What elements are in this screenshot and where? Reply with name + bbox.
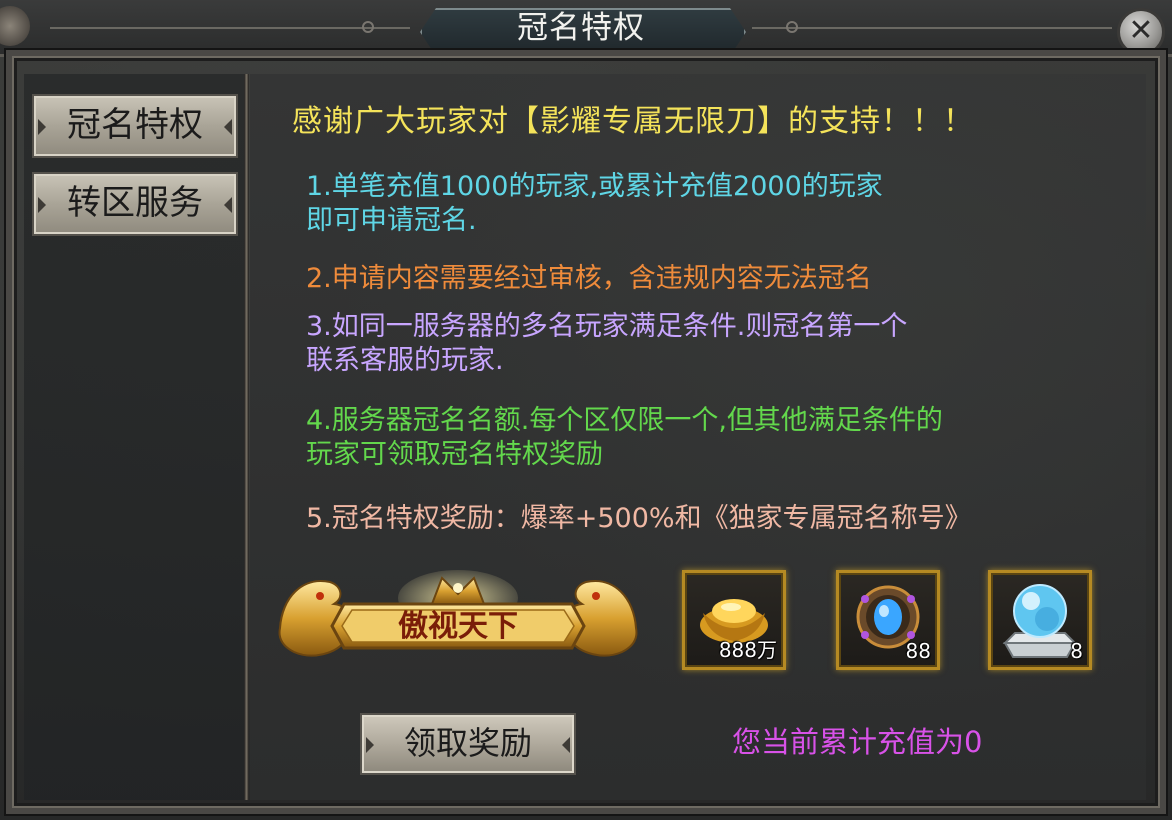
claim-reward-button[interactable]: 领取奖励: [360, 713, 576, 775]
title-ornament-right: [752, 27, 1112, 29]
rule-1: 1.单笔充值1000的玩家,或累计充值2000的玩家 即可申请冠名.: [306, 170, 883, 238]
arrow-left-icon: [38, 197, 46, 213]
arrow-left-icon: [366, 737, 374, 753]
claim-reward-label: 领取奖励: [403, 724, 532, 762]
rule-3-line-2: 联系客服的玩家.: [306, 345, 504, 376]
arrow-right-icon: [562, 737, 570, 753]
rule-5-line-1: 5.冠名特权奖励：爆率+500%和《独家专属冠名称号》: [306, 503, 972, 534]
reward-item-gold[interactable]: 888万: [682, 570, 786, 670]
sidebar-item-label: 转区服务: [67, 183, 203, 223]
sidebar-item-server-transfer[interactable]: 转区服务: [32, 172, 238, 236]
rule-2-line-1: 2.申请内容需要经过审核，含违规内容无法冠名: [306, 263, 872, 294]
reward-item-orb[interactable]: 8: [988, 570, 1092, 670]
rule-3-line-1: 3.如同一服务器的多名玩家满足条件.则冠名第一个: [306, 311, 908, 342]
rule-2: 2.申请内容需要经过审核，含违规内容无法冠名: [306, 262, 872, 296]
rule-1-line-2: 即可申请冠名.: [306, 205, 477, 236]
reward-count: 88: [905, 639, 931, 663]
title-ornament-dot-right: [786, 21, 798, 33]
title-emblem: 傲视天下: [272, 568, 644, 668]
corner-ornament-left: [0, 6, 30, 46]
sidebar-item-title-privilege[interactable]: 冠名特权: [32, 94, 238, 158]
window-title: 冠名特权: [517, 10, 645, 46]
reward-count: 888万: [718, 638, 777, 662]
rule-5: 5.冠名特权奖励：爆率+500%和《独家专属冠名称号》: [306, 502, 972, 536]
recharge-status: 您当前累计充值为0: [732, 725, 983, 759]
rule-4: 4.服务器冠名名额.每个区仅限一个,但其他满足条件的 玩家可领取冠名特权奖励: [306, 404, 943, 472]
reward-item-gem[interactable]: 88: [836, 570, 940, 670]
sidebar-divider: [244, 74, 249, 800]
rule-1-line-1: 1.单笔充值1000的玩家,或累计充值2000的玩家: [306, 171, 883, 202]
rule-4-line-1: 4.服务器冠名名额.每个区仅限一个,但其他满足条件的: [306, 405, 943, 436]
title-ornament-left: [50, 27, 410, 29]
arrow-right-icon: [224, 197, 232, 213]
rule-3: 3.如同一服务器的多名玩家满足条件.则冠名第一个 联系客服的玩家.: [306, 310, 907, 378]
title-bar: 冠名特权 ✕: [0, 0, 1172, 57]
title-badge-text: 傲视天下: [398, 609, 518, 644]
dragon-emblem-icon: 傲视天下: [278, 570, 638, 657]
rule-4-line-2: 玩家可领取冠名特权奖励: [306, 439, 603, 470]
title-ornament-dot-left: [362, 21, 374, 33]
sidebar-item-label: 冠名特权: [67, 105, 203, 145]
reward-count: 8: [1070, 639, 1083, 663]
close-button[interactable]: ✕: [1117, 8, 1165, 56]
arrow-left-icon: [38, 119, 46, 135]
headline: 感谢广大玩家对【影耀专属无限刀】的支持！！！: [292, 104, 974, 139]
arrow-right-icon: [224, 119, 232, 135]
close-icon: ✕: [1128, 13, 1154, 48]
game-window: 冠名特权 ✕ 冠名特权 转区服务 感谢广大玩家对【影耀专属无限刀】的支持！！！ …: [0, 0, 1172, 820]
